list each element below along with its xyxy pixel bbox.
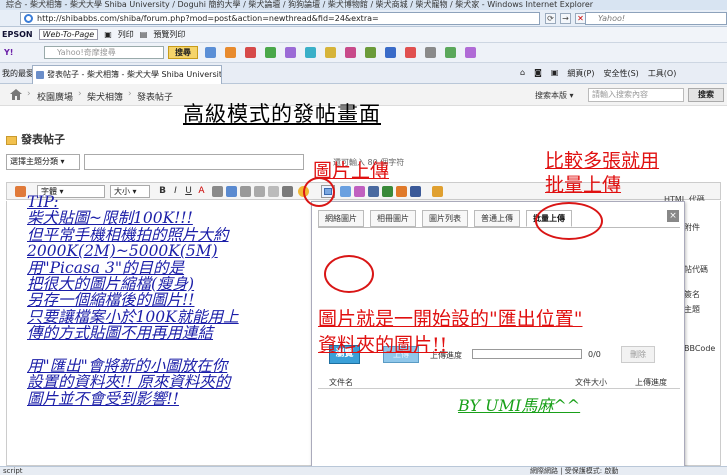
breadcrumb-album[interactable]: 柴犬相簿 xyxy=(87,90,123,103)
site-search-input[interactable]: 請輸入搜索內容 xyxy=(588,88,684,102)
more-icon[interactable] xyxy=(465,47,476,58)
home-icon[interactable] xyxy=(10,89,22,100)
print-preview-button[interactable]: 預覽列印 xyxy=(153,29,185,40)
breadcrumb-separator: › xyxy=(128,89,132,99)
menu-page[interactable]: 網頁(P) xyxy=(567,68,594,79)
tab-title: 發表帖子 - 柴犬相簿 - 柴犬大學 Shiba University... xyxy=(47,70,222,79)
more-tools-icon[interactable] xyxy=(432,186,443,197)
preview-icon[interactable]: ▤ xyxy=(140,30,148,39)
address-url: http://shibabbs.com/shiba/forum.php?mod=… xyxy=(37,14,379,23)
highlight-circle-batch-tab xyxy=(535,202,603,240)
page-icon xyxy=(36,71,44,79)
yahoo-toolbar: Y! Yahoo!奇摩搜尋 搜尋 xyxy=(0,43,727,63)
paste-icon[interactable] xyxy=(15,186,26,197)
yahoo-search-button[interactable]: 搜尋 xyxy=(168,46,198,59)
col-filesize: 文件大小 xyxy=(575,378,607,387)
finance-icon[interactable] xyxy=(265,47,276,58)
site-search-button[interactable]: 搜索 xyxy=(688,88,724,102)
subject-input[interactable] xyxy=(84,154,304,170)
ie-icon xyxy=(24,14,33,23)
breadcrumb-post: 發表帖子 xyxy=(137,93,174,103)
news-icon[interactable] xyxy=(245,47,256,58)
home-toolbar-icon[interactable]: ⌂ xyxy=(520,68,525,79)
calendar-icon[interactable] xyxy=(225,47,236,58)
feeds-icon[interactable]: ◙ xyxy=(534,68,542,79)
post-title: 發表帖子 xyxy=(6,131,65,147)
address-bar[interactable]: http://shibabbs.com/shiba/forum.php?mod=… xyxy=(20,12,540,25)
mail-icon[interactable] xyxy=(205,47,216,58)
nav-buttons: ⟳ → ✕ xyxy=(545,13,586,24)
side-code-label[interactable]: 帖代碼 xyxy=(684,264,708,275)
answers-icon[interactable] xyxy=(325,47,336,58)
settings-icon[interactable] xyxy=(425,47,436,58)
print-toolbar-icon[interactable]: ▣ xyxy=(551,68,559,79)
highlight-circle-browse-button xyxy=(324,255,374,293)
printer-toolbar: EPSON Web-To-Page ▣ 列印 ▤ 預覽列印 xyxy=(0,27,727,43)
chat-icon[interactable] xyxy=(445,47,456,58)
go-icon[interactable]: → xyxy=(560,13,571,24)
tip-annotation: TIP: 柴犬貼圖~限制100K!!! 但平常手機相機拍的照片大約 2000K(… xyxy=(27,193,239,408)
travel-icon[interactable] xyxy=(385,47,396,58)
side-signature-label[interactable]: 簽名 xyxy=(684,289,700,300)
active-tab[interactable]: 發表帖子 - 柴犬相簿 - 柴犬大學 Shiba University... xyxy=(32,65,222,84)
breadcrumb-separator: › xyxy=(78,89,82,99)
weather-icon[interactable] xyxy=(305,47,316,58)
annotation-export-folder: 圖片就是一開始設的"匯出位置" 資料夾的圖片!! xyxy=(318,308,583,356)
file-list-header: 文件名 文件大小 上傳進度 xyxy=(318,377,680,389)
headline-annotation: 高級模式的發帖畫面 xyxy=(183,102,381,126)
breadcrumb-campus[interactable]: 校園廣場 xyxy=(37,90,73,103)
print-icon[interactable]: ▣ xyxy=(104,30,112,39)
refresh-icon[interactable]: ⟳ xyxy=(545,13,556,24)
tab-normal-upload[interactable]: 普通上傳 xyxy=(474,210,520,227)
delete-button[interactable]: 刪除 xyxy=(621,346,655,363)
print-button[interactable]: 列印 xyxy=(118,29,134,40)
music-icon[interactable] xyxy=(354,186,365,197)
side-attach-label[interactable]: 附件 xyxy=(684,222,700,233)
status-text: script xyxy=(3,467,23,475)
tab-web-image[interactable]: 網絡圖片 xyxy=(318,210,364,227)
favorites-button[interactable]: 我的最愛 xyxy=(2,68,34,79)
dialog-divider xyxy=(318,227,680,228)
tab-bar: 我的最愛 發表帖子 - 柴犬相簿 - 柴犬大學 Shiba University… xyxy=(0,63,727,84)
flash-icon[interactable] xyxy=(382,186,393,197)
command-bar: ⌂ ◙ ▣ 網頁(P) 安全性(S) 工具(O) xyxy=(520,68,676,79)
col-filename: 文件名 xyxy=(329,378,353,387)
menu-safety[interactable]: 安全性(S) xyxy=(603,68,638,79)
dialog-tabs: 網絡圖片 相冊圖片 圖片列表 普通上傳 批量上傳 xyxy=(318,210,572,227)
page-content: › 校園廣場 › 柴犬相簿 › 發表帖子 搜索本版 ▾ 請輸入搜索內容 搜索 高… xyxy=(0,84,727,467)
col-progress: 上傳進度 xyxy=(635,378,667,387)
menu-tools[interactable]: 工具(O) xyxy=(648,68,677,79)
map-icon[interactable] xyxy=(365,47,376,58)
status-zone: 網際網路 | 受保護模式: 啟動 xyxy=(530,467,619,475)
tab-image-list[interactable]: 圖片列表 xyxy=(422,210,468,227)
music-icon[interactable] xyxy=(345,47,356,58)
breadcrumb-separator: › xyxy=(27,89,31,99)
annotation-signature: BY UMI馬麻^^ xyxy=(458,396,581,415)
close-icon[interactable]: × xyxy=(667,210,679,222)
shopping-icon[interactable] xyxy=(285,47,296,58)
yahoo-logo-icon: Y! xyxy=(4,48,14,57)
annotation-batch-upload: 比較多張就用 批量上傳 xyxy=(545,150,660,196)
table-icon[interactable] xyxy=(396,186,407,197)
epson-logo: EPSON xyxy=(2,30,33,39)
progress-count: 0/0 xyxy=(588,350,601,359)
window-title: 綜合 - 柴犬相簿 - 柴犬大學 Shiba University / Dogu… xyxy=(0,0,727,10)
web-to-page-button[interactable]: Web-To-Page xyxy=(38,29,99,40)
topic-category-select[interactable]: 選擇主題分類 ▾ xyxy=(6,154,80,170)
video-icon[interactable] xyxy=(368,186,379,197)
facebook-icon[interactable] xyxy=(410,186,421,197)
side-topic-label[interactable]: 主題 xyxy=(684,304,700,315)
yahoo-toolbar-search-input[interactable]: Yahoo!奇摩搜尋 xyxy=(44,46,164,59)
mail-count-icon[interactable] xyxy=(405,47,416,58)
toolbar-icons xyxy=(205,47,476,58)
search-scope-select[interactable]: 搜索本版 ▾ xyxy=(535,90,574,101)
attach-icon[interactable] xyxy=(340,186,351,197)
yahoo-search-box[interactable]: Yahoo! xyxy=(585,12,727,25)
side-bbcode-label[interactable]: BBCode xyxy=(684,344,715,353)
address-bar-row: http://shibabbs.com/shiba/forum.php?mod=… xyxy=(0,10,727,27)
status-bar: script 網際網路 | 受保護模式: 啟動 xyxy=(0,466,727,475)
folder-icon xyxy=(6,135,17,145)
tab-album-image[interactable]: 相冊圖片 xyxy=(370,210,416,227)
highlight-circle-image-button xyxy=(303,177,335,207)
